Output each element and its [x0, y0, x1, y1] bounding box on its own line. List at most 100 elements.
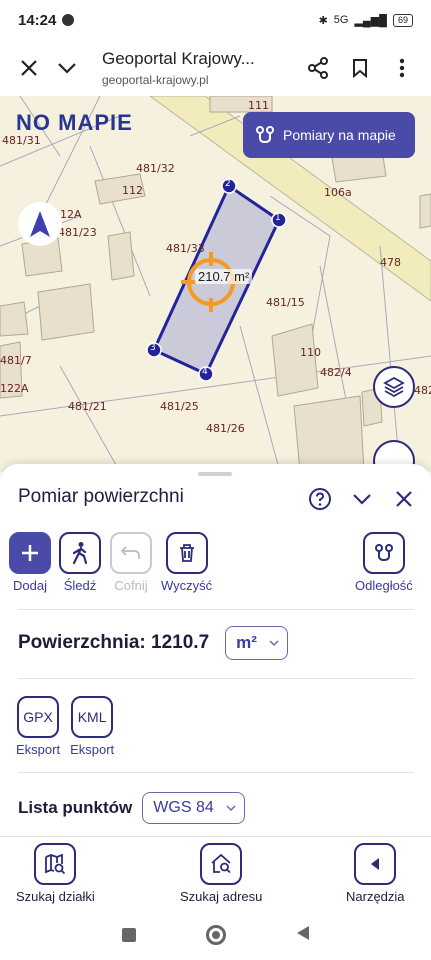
map-view[interactable]: 1 2 3 4 481/31 481/32 112 12A 481/23 481…	[0, 96, 431, 472]
unit-value: m²	[236, 633, 257, 652]
points-list-row: Lista punktów WGS 84	[18, 792, 245, 824]
bluetooth-icon: ✱	[318, 14, 328, 27]
parcel-label: 110	[300, 346, 321, 359]
bottom-nav: Szukaj działki Szukaj adresu Narzędzia	[0, 836, 431, 910]
chevron-down-icon[interactable]	[50, 51, 84, 85]
parcel-label: 481/33	[166, 242, 205, 255]
status-bar: 14:24 ✱ 5G ▂▄▆█ 69	[0, 0, 431, 40]
measurement-toolbar: Dodaj Śledź Cofnij Wyczyść Odległość	[0, 532, 431, 596]
parcel-label: 481/21	[68, 400, 107, 413]
search-parcel-button[interactable]: Szukaj działki	[16, 843, 95, 904]
tools-button[interactable]: Narzędzia	[346, 843, 405, 904]
bookmark-icon[interactable]	[343, 51, 377, 85]
search-address-label: Szukaj adresu	[180, 889, 263, 904]
close-icon[interactable]	[12, 51, 46, 85]
tab-title-area[interactable]: Geoportal Krajowy... geoportal-krajowy.p…	[102, 49, 301, 87]
page-title: Geoportal Krajowy...	[102, 49, 255, 68]
crs-select[interactable]: WGS 84	[142, 792, 245, 824]
chevron-down-icon	[269, 639, 279, 646]
gpx-format: GPX	[17, 696, 60, 738]
parcel-label: 481/23	[58, 226, 97, 239]
export-gpx-button[interactable]: GPX Eksport	[16, 696, 60, 757]
map-area-label: 210.7 m²	[195, 269, 253, 284]
undo-icon	[110, 532, 152, 574]
parcel-label: 478	[380, 256, 401, 269]
vertex-label-4: 4	[202, 367, 208, 377]
search-address-button[interactable]: Szukaj adresu	[180, 843, 262, 904]
points-list-label: Lista punktów	[18, 798, 133, 817]
divider	[18, 678, 414, 679]
vertex-label-3: 3	[150, 343, 156, 353]
track-button[interactable]: Śledź	[59, 532, 101, 593]
map-search-icon	[34, 843, 77, 885]
parcel-label: 12A	[60, 208, 82, 221]
parcel-label: 112	[122, 184, 143, 197]
pomiary-na-mapie-button[interactable]: Pomiary na mapie	[243, 112, 415, 158]
signal-icon: ▂▄▆█	[354, 14, 387, 27]
parcel-label: 481/26	[206, 422, 245, 435]
layers-button[interactable]	[373, 366, 415, 408]
logo: NO MAPIE	[16, 110, 133, 135]
pomiary-label: Pomiary na mapie	[283, 127, 396, 143]
collapse-chevron-icon[interactable]	[349, 486, 375, 512]
walking-person-icon	[59, 532, 101, 574]
unit-select[interactable]: m²	[225, 626, 288, 660]
divider	[18, 609, 414, 610]
tools-label: Narzędzia	[346, 889, 405, 904]
more-menu-icon[interactable]	[385, 51, 419, 85]
clear-button[interactable]: Wyczyść	[161, 532, 212, 593]
area-row: Powierzchnia: 1210.7 m²	[18, 626, 288, 660]
compass-button[interactable]	[18, 202, 62, 246]
parcel-label: 481/7	[0, 354, 32, 367]
clear-label: Wyczyść	[161, 578, 213, 593]
recents-icon[interactable]	[121, 928, 136, 942]
trash-icon	[165, 532, 208, 574]
chevron-down-icon	[226, 804, 236, 811]
back-icon[interactable]	[296, 925, 310, 946]
messenger-icon	[62, 14, 75, 26]
parcel-label: 111	[248, 99, 269, 112]
parcel-label: 481/25	[160, 400, 199, 413]
parcel-label: 122A	[0, 382, 29, 395]
measurement-panel: Pomiar powierzchni Dodaj Śledź Cofnij Wy…	[0, 464, 431, 836]
caret-left-icon	[354, 843, 397, 885]
add-point-button[interactable]: Dodaj	[9, 532, 51, 593]
battery-icon: 69	[392, 13, 413, 27]
home-search-icon	[200, 843, 243, 885]
compass-north-icon	[30, 211, 50, 237]
parcel-label: 482/4	[320, 366, 352, 379]
search-parcel-label: Szukaj działki	[16, 889, 95, 904]
vertex-label-2: 2	[225, 179, 231, 189]
share-icon[interactable]	[301, 51, 335, 85]
distance-button[interactable]: Odległość	[355, 532, 413, 593]
vertex-label-1: 1	[275, 213, 281, 223]
kml-format: KML	[71, 696, 114, 738]
layers-icon	[383, 376, 405, 398]
add-label: Dodaj	[13, 578, 47, 593]
undo-label: Cofnij	[114, 578, 148, 593]
area-value: Powierzchnia: 1210.7	[18, 632, 210, 653]
parcel-label: 481/15	[266, 296, 305, 309]
distance-icon	[362, 532, 405, 574]
home-icon[interactable]	[205, 925, 226, 945]
close-panel-icon[interactable]	[391, 486, 417, 512]
distance-label: Odległość	[355, 578, 413, 593]
export-label: Eksport	[16, 742, 61, 757]
export-kml-button[interactable]: KML Eksport	[70, 696, 114, 757]
parcel-label: 482/5	[414, 384, 431, 397]
parcel-label: 106a	[324, 186, 352, 199]
undo-button[interactable]: Cofnij	[110, 532, 152, 593]
help-icon[interactable]	[307, 486, 333, 512]
divider	[18, 772, 414, 773]
drag-handle[interactable]	[198, 472, 232, 476]
track-label: Śledź	[63, 578, 97, 593]
page-url: geoportal-krajowy.pl	[102, 73, 209, 87]
measure-icon	[256, 126, 274, 144]
plus-icon	[9, 532, 51, 574]
crs-value: WGS 84	[153, 799, 214, 816]
panel-title: Pomiar powierzchni	[18, 486, 184, 507]
browser-toolbar: Geoportal Krajowy... geoportal-krajowy.p…	[0, 40, 431, 96]
export-row: GPX Eksport KML Eksport	[16, 696, 114, 757]
parcel-label: 481/32	[136, 162, 175, 175]
status-time: 14:24	[18, 11, 57, 29]
